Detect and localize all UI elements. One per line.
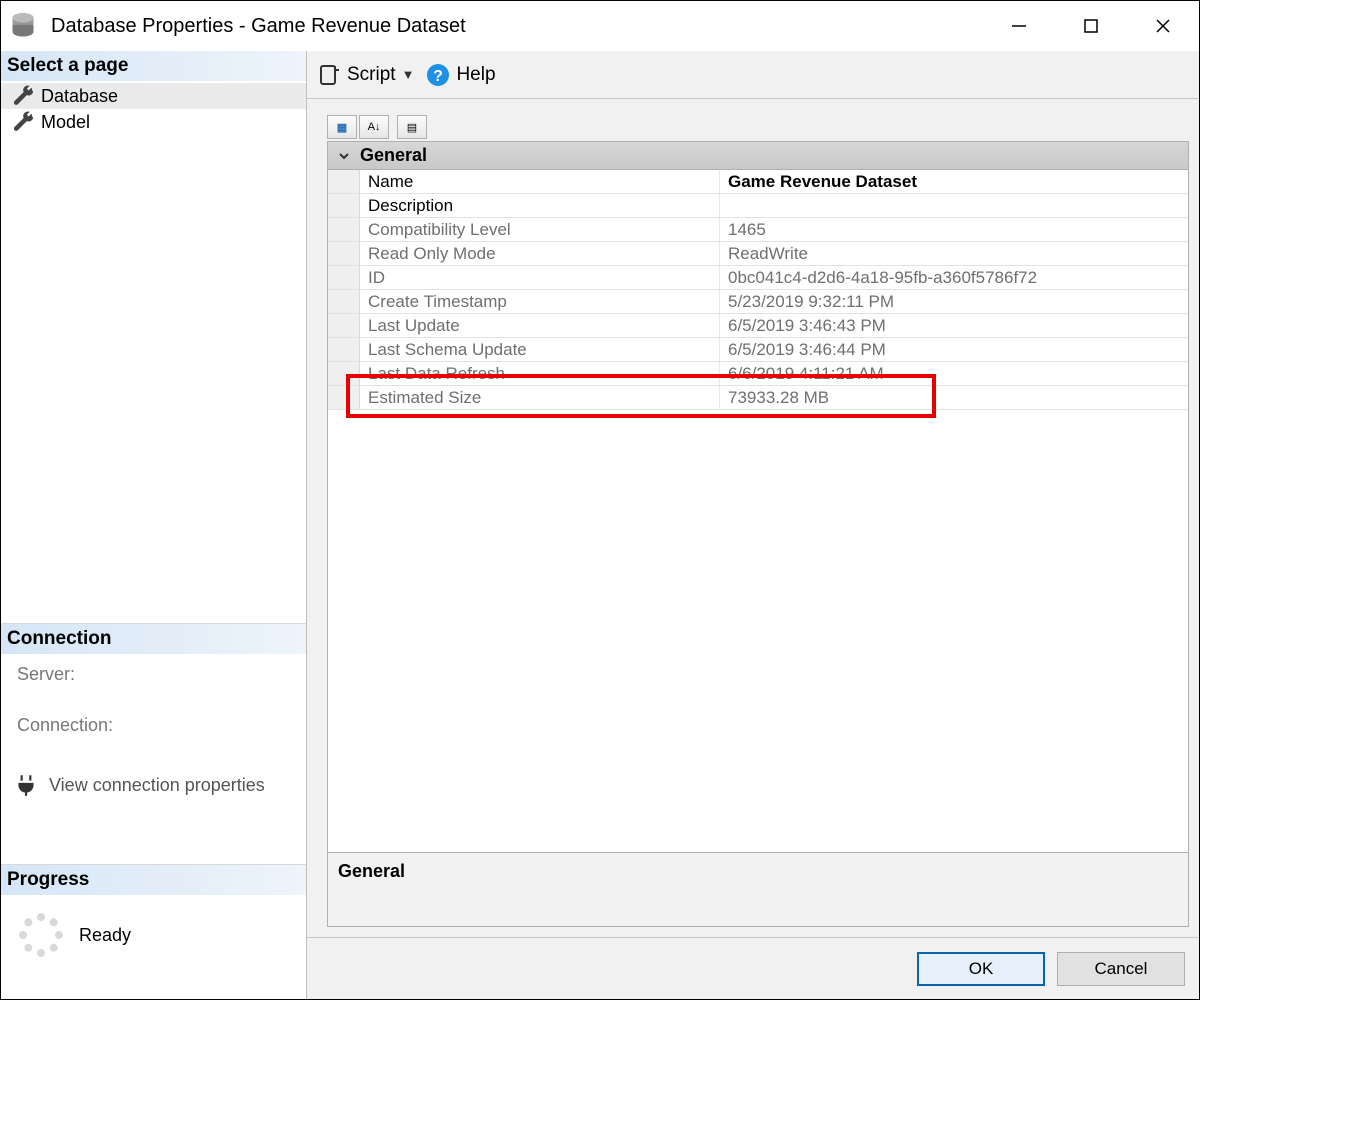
property-grid-wrap: ▦ A↓ ▤ General NameGame Revenue DatasetD… — [307, 99, 1199, 937]
property-group-header[interactable]: General — [328, 142, 1188, 170]
plug-icon — [13, 772, 39, 798]
property-value[interactable] — [720, 194, 1188, 217]
progress-panel: Ready — [1, 895, 306, 959]
property-row: ID0bc041c4-d2d6-4a18-95fb-a360f5786f72 — [328, 266, 1188, 290]
property-label: Last Schema Update — [360, 338, 720, 361]
property-row: Create Timestamp5/23/2019 9:32:11 PM — [328, 290, 1188, 314]
connection-label: Connection: — [17, 715, 290, 736]
property-group-label: General — [360, 145, 427, 166]
property-rows: NameGame Revenue DatasetDescriptionCompa… — [328, 170, 1188, 410]
property-grid: General NameGame Revenue DatasetDescript… — [327, 141, 1189, 853]
property-value: 6/5/2019 3:46:43 PM — [720, 314, 1188, 337]
ok-button[interactable]: OK — [917, 952, 1045, 986]
close-button[interactable] — [1127, 1, 1199, 51]
help-icon: ? — [426, 63, 450, 87]
view-connection-properties-label: View connection properties — [49, 775, 265, 796]
view-connection-properties-link[interactable]: View connection properties — [1, 766, 306, 804]
main-toolbar: Script ▼ ? Help — [307, 51, 1199, 99]
dialog-window: Database Properties - Game Revenue Datas… — [0, 0, 1200, 1000]
row-gutter — [328, 218, 360, 241]
property-label: Last Update — [360, 314, 720, 337]
progress-status: Ready — [79, 925, 131, 946]
property-value: 6/5/2019 3:46:44 PM — [720, 338, 1188, 361]
sidebar: Select a page Database Model Connection S… — [1, 51, 307, 999]
property-row: Estimated Size73933.28 MB — [328, 386, 1188, 410]
page-item[interactable]: Model — [1, 109, 306, 135]
row-gutter — [328, 314, 360, 337]
property-description-title: General — [338, 861, 1178, 882]
main-panel: Script ▼ ? Help ▦ A↓ ▤ — [307, 51, 1199, 999]
property-description-panel: General — [327, 853, 1189, 927]
property-grid-toolbar: ▦ A↓ ▤ — [327, 115, 1189, 139]
wrench-icon — [13, 111, 35, 133]
page-item-label: Database — [41, 86, 118, 107]
dialog-footer: OK Cancel — [307, 937, 1199, 999]
property-row: Last Update6/5/2019 3:46:43 PM — [328, 314, 1188, 338]
database-icon — [9, 12, 37, 40]
script-button[interactable]: Script ▼ — [317, 63, 414, 87]
property-label: Read Only Mode — [360, 242, 720, 265]
property-row: Last Data Refresh6/6/2019 4:11:21 AM — [328, 362, 1188, 386]
property-row: Read Only ModeReadWrite — [328, 242, 1188, 266]
property-value: 5/23/2019 9:32:11 PM — [720, 290, 1188, 313]
row-gutter — [328, 266, 360, 289]
window-title: Database Properties - Game Revenue Datas… — [51, 15, 466, 38]
wrench-icon — [13, 85, 35, 107]
row-gutter — [328, 242, 360, 265]
select-a-page-header: Select a page — [1, 51, 306, 81]
window-controls — [983, 1, 1199, 51]
spinner-icon — [17, 911, 65, 959]
property-value: 0bc041c4-d2d6-4a18-95fb-a360f5786f72 — [720, 266, 1188, 289]
title-bar: Database Properties - Game Revenue Datas… — [1, 1, 1199, 51]
cancel-button[interactable]: Cancel — [1057, 952, 1185, 986]
row-gutter — [328, 362, 360, 385]
help-button[interactable]: ? Help — [426, 63, 495, 87]
server-label: Server: — [17, 664, 290, 685]
property-row: Compatibility Level1465 — [328, 218, 1188, 242]
property-row: Last Schema Update6/5/2019 3:46:44 PM — [328, 338, 1188, 362]
property-label: Compatibility Level — [360, 218, 720, 241]
alphabetical-button[interactable]: A↓ — [359, 115, 389, 139]
property-value: 1465 — [720, 218, 1188, 241]
row-gutter — [328, 386, 360, 409]
page-item-label: Model — [41, 112, 90, 133]
property-value: 6/6/2019 4:11:21 AM — [720, 362, 1188, 385]
property-value: 73933.28 MB — [720, 386, 1188, 409]
svg-text:?: ? — [434, 68, 444, 85]
property-label: Estimated Size — [360, 386, 720, 409]
property-label: Create Timestamp — [360, 290, 720, 313]
property-label: Description — [360, 194, 720, 217]
property-label: Name — [360, 170, 720, 193]
connection-panel: Server: Connection: — [1, 654, 306, 766]
chevron-down-icon: ▼ — [402, 67, 415, 82]
property-row[interactable]: NameGame Revenue Dataset — [328, 170, 1188, 194]
property-label: Last Data Refresh — [360, 362, 720, 385]
row-gutter — [328, 338, 360, 361]
maximize-button[interactable] — [1055, 1, 1127, 51]
collapse-icon[interactable] — [328, 142, 360, 169]
script-label: Script — [347, 64, 396, 86]
property-row[interactable]: Description — [328, 194, 1188, 218]
property-value: ReadWrite — [720, 242, 1188, 265]
page-list: Database Model — [1, 81, 306, 137]
property-pages-button[interactable]: ▤ — [397, 115, 427, 139]
row-gutter — [328, 290, 360, 313]
page-item[interactable]: Database — [1, 83, 306, 109]
script-icon — [317, 63, 341, 87]
row-gutter — [328, 194, 360, 217]
minimize-button[interactable] — [983, 1, 1055, 51]
categorized-button[interactable]: ▦ — [327, 115, 357, 139]
property-value[interactable]: Game Revenue Dataset — [720, 170, 1188, 193]
row-gutter — [328, 170, 360, 193]
connection-header: Connection — [1, 623, 306, 654]
help-label: Help — [456, 64, 495, 86]
progress-header: Progress — [1, 864, 306, 895]
property-label: ID — [360, 266, 720, 289]
